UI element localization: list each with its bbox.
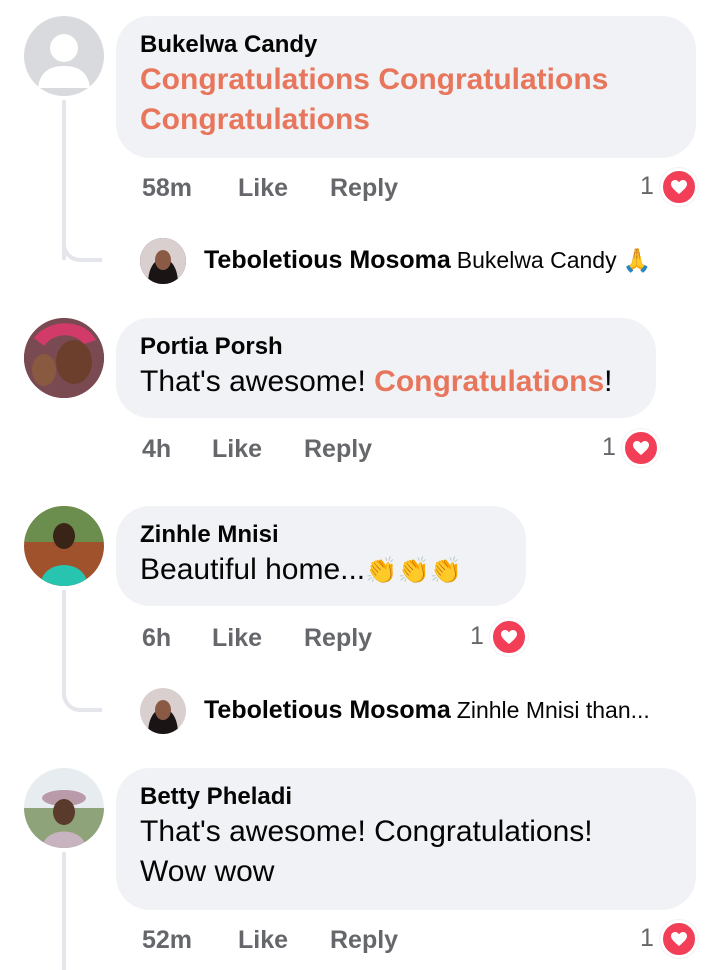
profile-photo-icon [24, 506, 104, 586]
reply-text: Bukelwa Candy [456, 247, 617, 273]
comment-author[interactable]: Bukelwa Candy [140, 30, 672, 60]
clapping-hands-icon: 👏👏👏 [365, 555, 463, 585]
default-avatar-icon [38, 34, 90, 88]
reaction-count[interactable]: 1 [602, 433, 616, 462]
thread-line [62, 590, 66, 680]
love-reaction-icon[interactable] [490, 618, 528, 656]
like-button[interactable]: Like [238, 174, 288, 203]
reply-author: Teboletious Mosoma [204, 246, 451, 274]
pray-emoji-icon: 🙏 [622, 247, 652, 273]
love-reaction-icon[interactable] [660, 920, 698, 958]
comment-text-body: Beautiful home... [140, 553, 366, 586]
avatar[interactable] [24, 318, 104, 398]
profile-photo-icon [140, 238, 186, 284]
comment-time[interactable]: 58m [142, 174, 192, 203]
reply-text: Zinhle Mnisi than... [456, 697, 650, 723]
like-button[interactable]: Like [212, 624, 262, 653]
comment-author[interactable]: Portia Porsh [140, 332, 632, 362]
avatar[interactable] [24, 16, 104, 96]
profile-photo-icon [24, 768, 104, 848]
avatar[interactable] [24, 506, 104, 586]
thread-line [62, 852, 66, 970]
like-button[interactable]: Like [238, 926, 288, 955]
comment-text-line: Wow wow [140, 855, 275, 888]
comment-text: Beautiful home...👏👏👏 [140, 550, 502, 590]
comment-text-after: ! [604, 365, 613, 398]
reaction-count[interactable]: 1 [470, 622, 484, 651]
comment-bubble[interactable]: Portia Porsh That's awesome! Congratulat… [116, 318, 656, 418]
comment-author[interactable]: Zinhle Mnisi [140, 520, 502, 550]
reaction-count[interactable]: 1 [640, 172, 654, 201]
comment-text-line: Congratulations [140, 103, 370, 136]
like-button[interactable]: Like [212, 435, 262, 464]
comment-text-line: That's awesome! Congratulations! [140, 815, 593, 848]
avatar[interactable] [140, 688, 186, 734]
comment-text-line: Congratulations Congratulations [140, 63, 609, 96]
comment-time[interactable]: 52m [142, 926, 192, 955]
comment-author[interactable]: Betty Pheladi [140, 782, 672, 812]
thread-branch [62, 680, 102, 712]
profile-photo-icon [140, 688, 186, 734]
reply-author: Teboletious Mosoma [204, 696, 451, 724]
comment-bubble[interactable]: Bukelwa Candy Congratulations Congratula… [116, 16, 696, 158]
love-reaction-icon[interactable] [622, 429, 660, 467]
reply-button[interactable]: Reply [304, 435, 372, 464]
profile-photo-icon [24, 318, 104, 398]
thread-branch [62, 230, 102, 262]
reaction-count[interactable]: 1 [640, 924, 654, 953]
comment-text-highlight: Congratulations [374, 365, 605, 398]
reply-button[interactable]: Reply [304, 624, 372, 653]
reply-preview[interactable]: Teboletious Mosoma Bukelwa Candy 🙏 [204, 246, 651, 275]
reply-preview[interactable]: Teboletious Mosoma Zinhle Mnisi than... [204, 696, 650, 725]
reply-button[interactable]: Reply [330, 926, 398, 955]
avatar[interactable] [24, 768, 104, 848]
comment-text: That's awesome! Congratulations! [140, 362, 632, 402]
avatar[interactable] [140, 238, 186, 284]
comment-bubble[interactable]: Zinhle Mnisi Beautiful home...👏👏👏 [116, 506, 526, 606]
comment-text-before: That's awesome! [140, 365, 375, 398]
comment-time[interactable]: 6h [142, 624, 171, 653]
comment-time[interactable]: 4h [142, 435, 171, 464]
comment-bubble[interactable]: Betty Pheladi That's awesome! Congratula… [116, 768, 696, 910]
reply-button[interactable]: Reply [330, 174, 398, 203]
love-reaction-icon[interactable] [660, 168, 698, 206]
